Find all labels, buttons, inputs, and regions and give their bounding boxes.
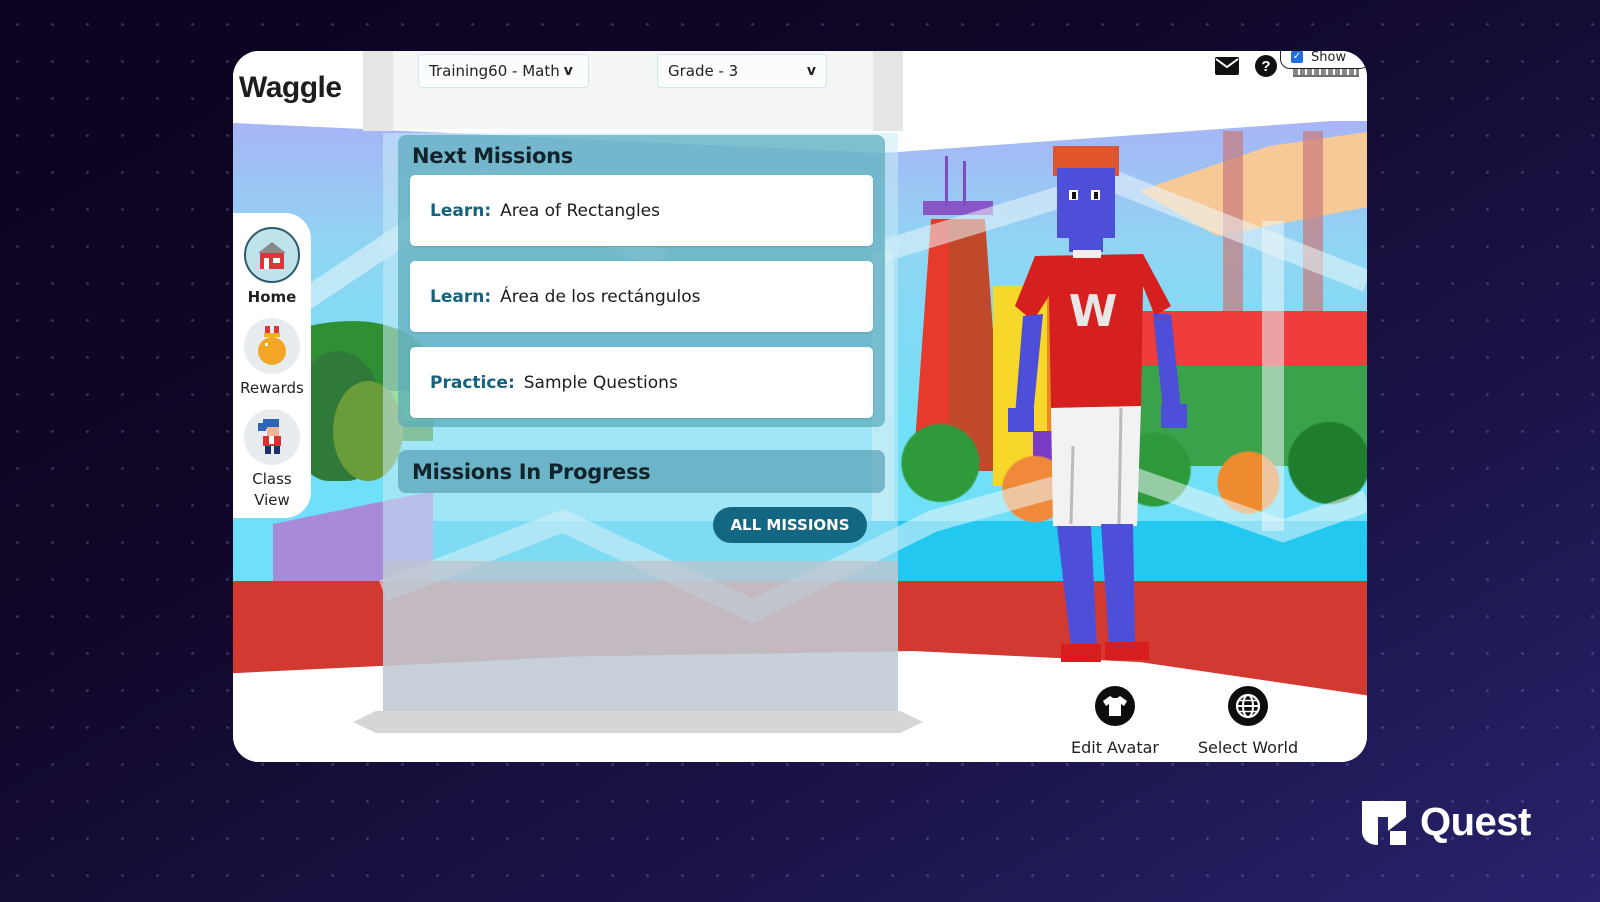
mission-type: Learn: <box>430 200 492 221</box>
mail-icon[interactable] <box>1215 57 1239 75</box>
frame-pillar <box>873 51 903 131</box>
all-missions-button[interactable]: ALL MISSIONS <box>713 507 867 543</box>
missions-in-progress-title: Missions In Progress <box>412 459 651 484</box>
mission-title: Área de los rectángulos <box>500 286 701 307</box>
edit-avatar-button[interactable]: Edit Avatar <box>1055 686 1175 757</box>
quest-wordmark: Quest <box>1420 800 1531 844</box>
mission-title: Sample Questions <box>523 372 678 393</box>
show-toggle-label: Show <box>1311 51 1347 65</box>
select-world-button[interactable]: Select World <box>1188 686 1308 757</box>
class-select-value: Training60 - Math <box>429 62 560 80</box>
avatar-character[interactable]: W <box>993 146 1213 666</box>
mission-type: Learn: <box>430 286 492 307</box>
chevron-down-icon: v <box>563 63 573 79</box>
grade-select[interactable]: Grade - 3 v <box>657 54 827 88</box>
sidebar-item-rewards[interactable]: Rewards <box>240 318 304 399</box>
globe-icon <box>1228 686 1268 726</box>
username-link[interactable] <box>1293 69 1359 77</box>
edit-avatar-label: Edit Avatar <box>1070 738 1159 757</box>
panel-base <box>353 711 923 733</box>
help-icon[interactable]: ? <box>1255 55 1277 77</box>
ruin-columns <box>1193 131 1367 331</box>
sidebar-item-home[interactable]: Home <box>244 227 300 308</box>
select-world-label: Select World <box>1197 738 1299 757</box>
missions-in-progress-header: Missions In Progress <box>398 450 885 493</box>
class-select[interactable]: Training60 - Math v <box>418 54 589 88</box>
tower-spire <box>963 161 966 206</box>
waggle-logo[interactable]: Waggle <box>239 71 342 105</box>
tower-spire <box>945 156 948 206</box>
sidebar-item-label: Class View <box>252 470 292 509</box>
sidebar-item-class-view[interactable]: Class View <box>242 409 302 511</box>
glass-panel-floor <box>383 561 898 711</box>
next-missions-panel: Next Missions Learn: Area of Rectangles … <box>398 135 885 427</box>
next-missions-title: Next Missions <box>412 144 573 168</box>
quest-branding: Quest <box>1362 800 1531 845</box>
mission-title: Area of Rectangles <box>500 200 660 221</box>
home-icon <box>244 227 300 283</box>
mission-card[interactable]: Learn: Área de los rectángulos <box>410 261 873 332</box>
chevron-down-icon: v <box>806 63 816 79</box>
medal-icon <box>244 318 300 374</box>
tshirt-icon <box>1095 686 1135 726</box>
mission-card[interactable]: Practice: Sample Questions <box>410 347 873 418</box>
grade-select-value: Grade - 3 <box>668 62 739 80</box>
show-toggle[interactable]: ✓ Show <box>1280 51 1367 69</box>
checkbox-checked-icon[interactable]: ✓ <box>1291 51 1303 63</box>
frame-pillar <box>363 51 393 131</box>
mission-card[interactable]: Learn: Area of Rectangles <box>410 175 873 246</box>
quest-logo-icon <box>1362 800 1406 845</box>
shirt-letter: W <box>1069 286 1118 337</box>
sidebar-item-label: Rewards <box>240 379 304 397</box>
student-icon <box>244 409 300 465</box>
sidebar-item-label: Home <box>247 288 297 306</box>
mission-type: Practice: <box>430 372 515 393</box>
tower-top <box>923 201 993 215</box>
sidebar-nav: Home Rewards Class View <box>233 213 311 518</box>
app-window: Waggle Training60 - Math v Grade - 3 v ?… <box>233 51 1367 762</box>
